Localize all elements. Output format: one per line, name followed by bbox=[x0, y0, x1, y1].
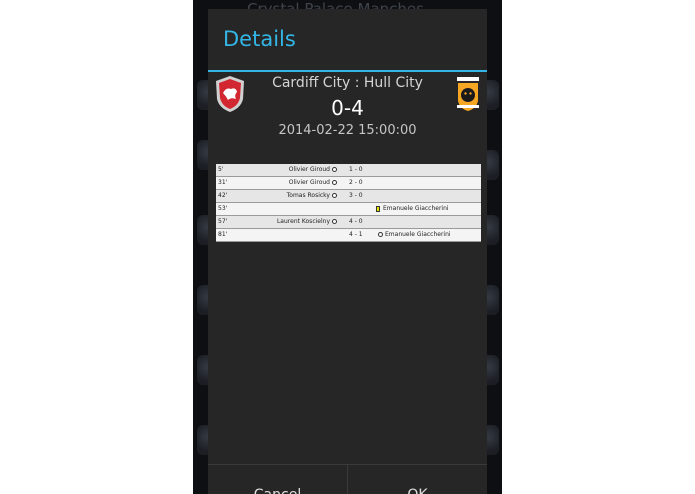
event-home-player: Laurent Koscielny bbox=[276, 218, 330, 225]
event-minute: 57' bbox=[218, 218, 228, 225]
event-minute: 42' bbox=[218, 192, 228, 199]
soccer-ball-icon bbox=[332, 219, 337, 224]
event-score: 4 - 1 bbox=[349, 231, 363, 238]
phone-screen: Crystal Palace Manches Details Cardiff C… bbox=[193, 0, 502, 494]
event-away-player: Emanuele Giaccherini bbox=[383, 205, 449, 212]
event-row: 81' 4 - 1 Emanuele Giaccherini bbox=[216, 229, 481, 242]
event-score: 1 - 0 bbox=[349, 166, 363, 173]
match-datetime: 2014-02-22 15:00:00 bbox=[278, 123, 417, 138]
dialog-title: Details bbox=[223, 27, 296, 51]
event-row: 57' Laurent Koscielny 4 - 0 bbox=[216, 216, 481, 229]
match-events-table: 5' Olivier Giroud 1 - 0 31' Olivier Giro… bbox=[216, 164, 481, 242]
event-minute: 5' bbox=[218, 166, 224, 173]
yellow-card-icon bbox=[376, 205, 380, 212]
event-score: 4 - 0 bbox=[349, 218, 363, 225]
cancel-button[interactable]: Cancel bbox=[208, 465, 348, 494]
soccer-ball-icon bbox=[332, 193, 337, 198]
event-home-player: Olivier Giroud bbox=[288, 166, 330, 173]
event-home-player: Tomas Rosicky bbox=[286, 192, 330, 199]
details-dialog: Details Cardiff City : Hull City 0-4 201… bbox=[208, 9, 487, 494]
event-score: 2 - 0 bbox=[349, 179, 363, 186]
ok-button[interactable]: OK bbox=[348, 465, 487, 494]
soccer-ball-icon bbox=[378, 232, 383, 237]
event-minute: 81' bbox=[218, 231, 228, 238]
soccer-ball-icon bbox=[332, 167, 337, 172]
event-away-player: Emanuele Giaccherini bbox=[385, 231, 451, 238]
event-minute: 31' bbox=[218, 179, 228, 186]
title-divider bbox=[208, 70, 487, 72]
event-score: 3 - 0 bbox=[349, 192, 363, 199]
event-home-player: Olivier Giroud bbox=[288, 179, 330, 186]
event-row: 53' Emanuele Giaccherini bbox=[216, 203, 481, 216]
match-score: 0-4 bbox=[331, 96, 364, 120]
event-row: 31' Olivier Giroud 2 - 0 bbox=[216, 177, 481, 190]
event-row: 5' Olivier Giroud 1 - 0 bbox=[216, 164, 481, 177]
match-teams: Cardiff City : Hull City bbox=[272, 75, 423, 91]
soccer-ball-icon bbox=[332, 180, 337, 185]
event-minute: 53' bbox=[218, 205, 228, 212]
dialog-button-bar: Cancel OK bbox=[208, 464, 487, 494]
event-row: 42' Tomas Rosicky 3 - 0 bbox=[216, 190, 481, 203]
